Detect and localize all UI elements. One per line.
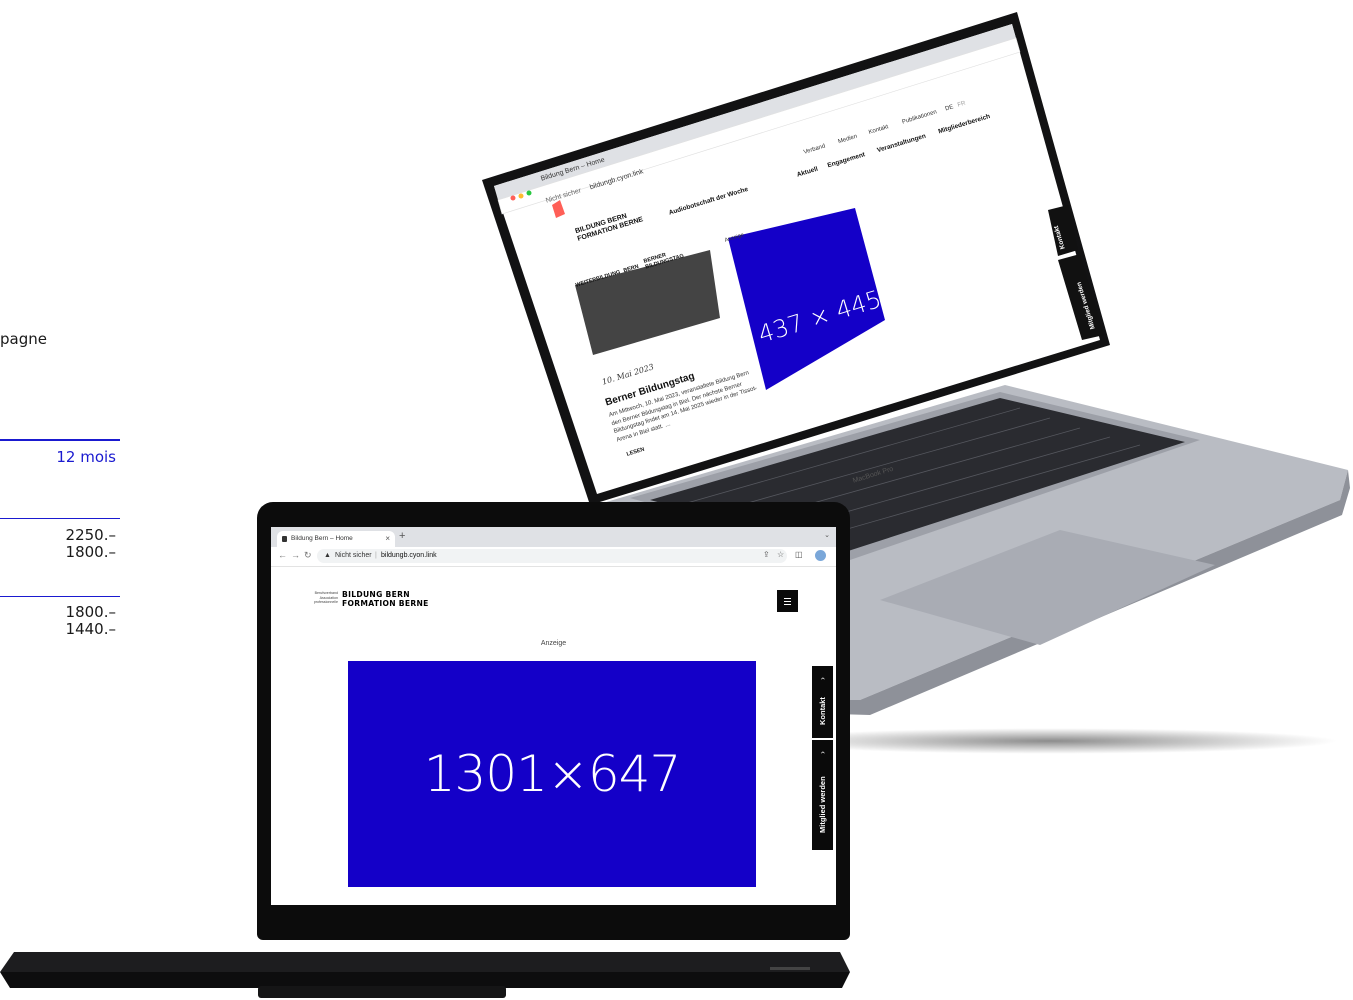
reload-icon[interactable]: ↻ <box>304 550 312 561</box>
share-icon[interactable]: ⇪ <box>763 550 770 559</box>
warning-icon[interactable]: ▲ <box>324 549 331 563</box>
star-icon[interactable]: ☆ <box>777 550 784 559</box>
ad-size-label: 1301×647 <box>423 745 682 803</box>
tab-bar: Bildung Bern – Home × + ⌄ <box>271 527 836 547</box>
omnibox[interactable]: ▲ Nicht sicher | bildungb.cyon.link <box>317 549 787 563</box>
security-label[interactable]: Nicht sicher <box>335 549 372 563</box>
ad-label: Anzeige <box>540 640 567 647</box>
favicon-icon <box>282 536 287 542</box>
chevron-right-icon: › <box>818 751 827 754</box>
chevron-down-icon[interactable]: ⌄ <box>824 531 830 539</box>
chevron-right-icon: › <box>818 677 827 680</box>
profile-avatar[interactable] <box>815 550 826 561</box>
side-member-label: Mitglied werden <box>818 776 827 834</box>
front-screen: Bildung Bern – Home × + ⌄ ← → ↻ ▲ Nicht … <box>271 527 836 905</box>
ad-banner[interactable]: 1301×647 <box>348 661 756 887</box>
front-laptop-base <box>0 952 850 998</box>
forward-arrow-icon[interactable]: → <box>291 550 300 560</box>
new-tab-icon[interactable]: + <box>399 530 405 542</box>
tab-title: Bildung Bern – Home <box>291 535 353 542</box>
hamburger-icon <box>784 598 791 599</box>
logo-line-1: BILDUNG BERN <box>342 590 410 599</box>
url-text[interactable]: bildungb.cyon.link <box>381 549 437 563</box>
back-arrow-icon[interactable]: ← <box>278 550 287 560</box>
side-kontakt-button[interactable]: › Kontakt <box>812 666 833 738</box>
url-separator: | <box>375 552 377 559</box>
logo-line-2: FORMATION BERNE <box>342 599 429 608</box>
sidepanel-icon[interactable]: ◫ <box>795 550 803 559</box>
browser-tab[interactable]: Bildung Bern – Home × <box>277 531 395 547</box>
menu-button[interactable] <box>777 590 798 612</box>
close-icon[interactable]: × <box>385 531 390 547</box>
side-kontakt-label: Kontakt <box>818 697 827 725</box>
side-member-button[interactable]: › Mitglied werden <box>812 740 833 850</box>
address-bar-row: ← → ↻ ▲ Nicht sicher | bildungb.cyon.lin… <box>271 547 836 567</box>
